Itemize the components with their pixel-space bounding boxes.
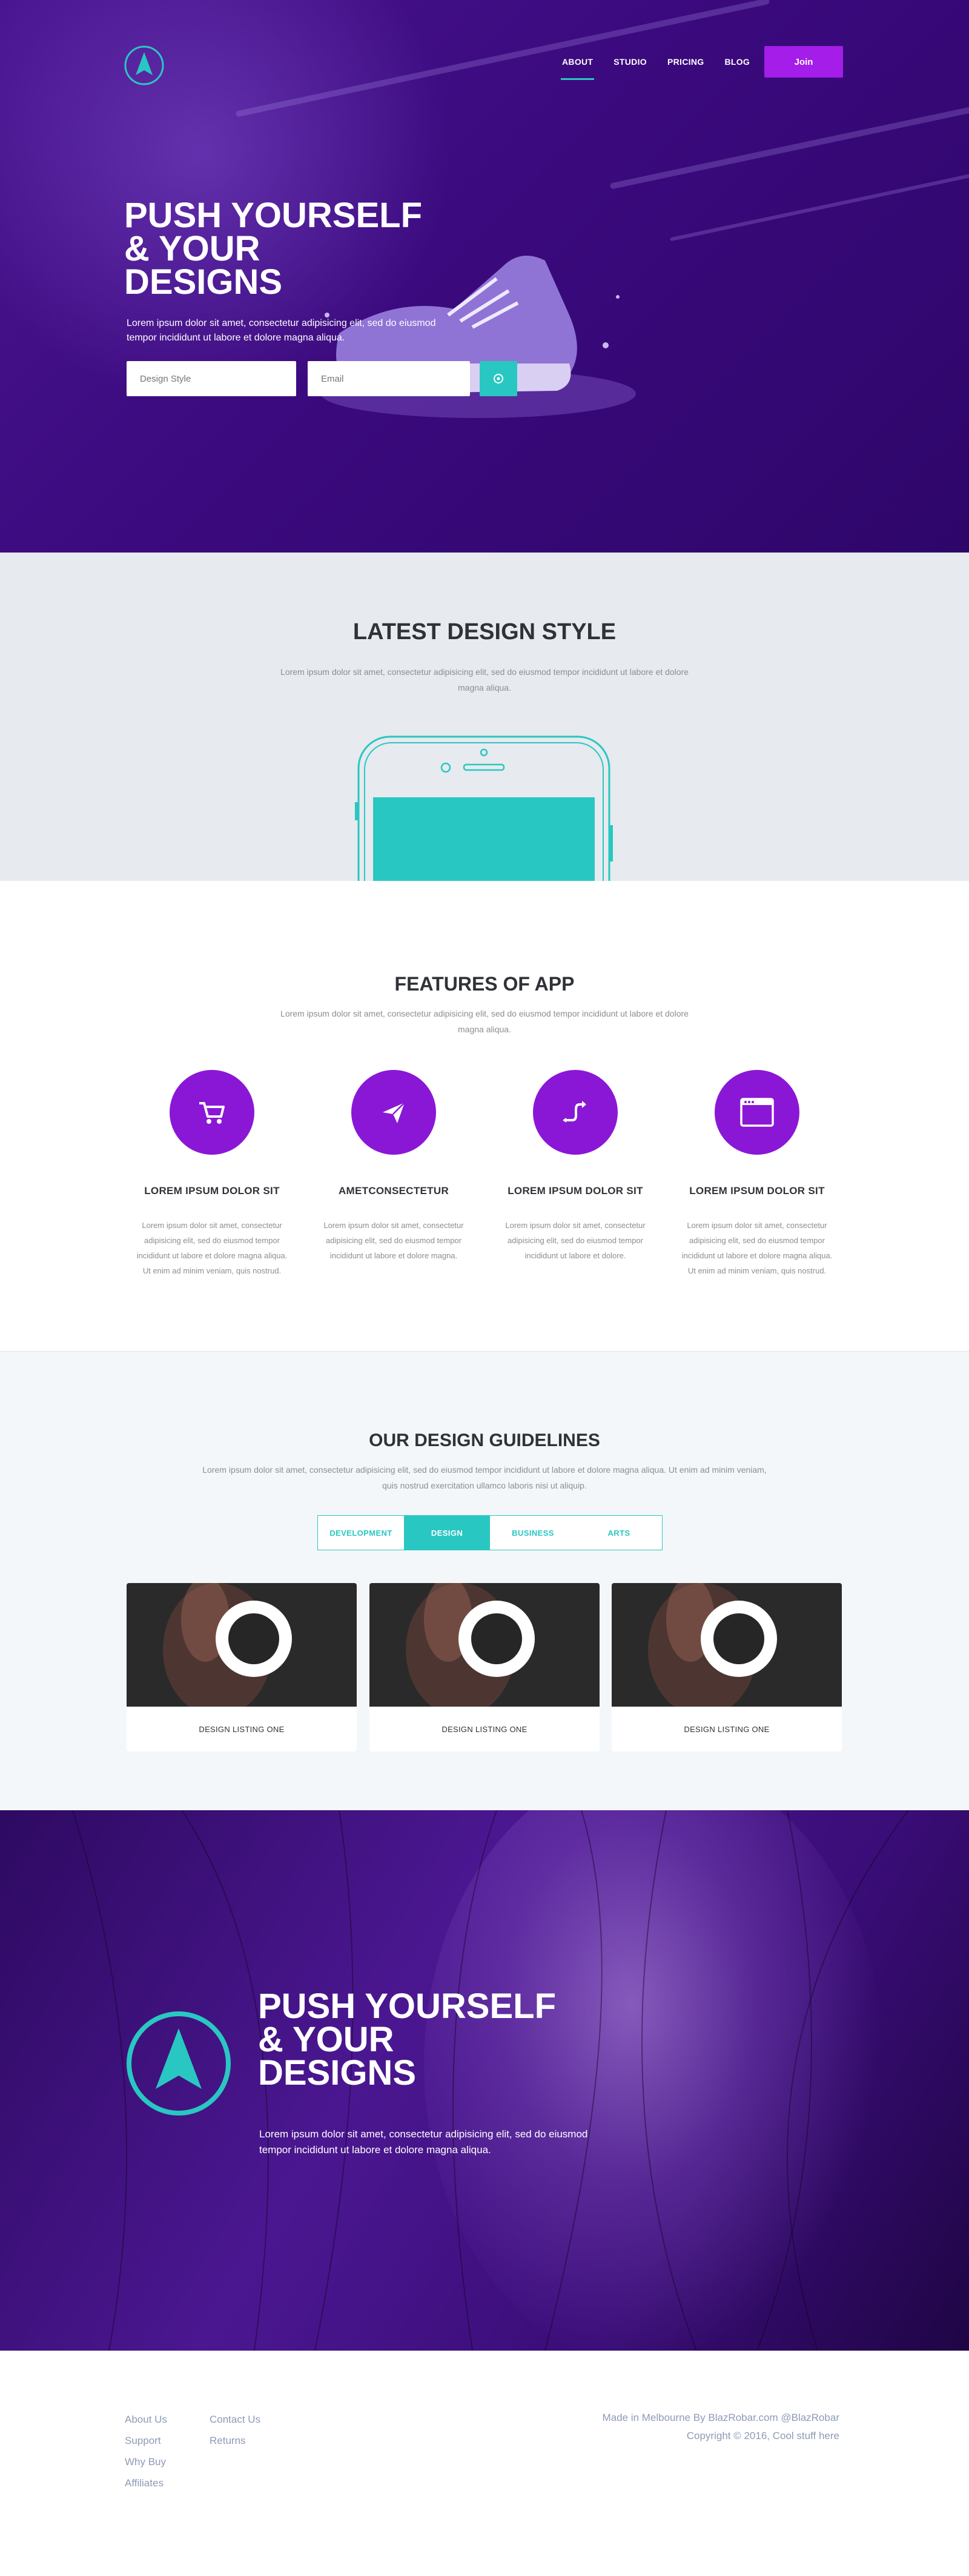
feature-text: Lorem ipsum dolor sit amet, consectetur … bbox=[505, 1221, 646, 1260]
listing-image bbox=[127, 1583, 357, 1707]
tab-business[interactable]: BUSINESS bbox=[490, 1516, 576, 1550]
cta-text: Lorem ipsum dolor sit amet, consectetur … bbox=[259, 2128, 588, 2156]
guidelines-title: OUR DESIGN GUIDELINES bbox=[369, 1430, 600, 1450]
feature-card: LOREM IPSUM DOLOR SIT Lorem ipsum dolor … bbox=[672, 1070, 842, 1278]
hero-section: ABOUT STUDIO PRICING BLOG Join PUSH YOUR… bbox=[0, 0, 969, 553]
guidelines-tabs: DEVELOPMENT DESIGN BUSINESS ARTS bbox=[317, 1515, 663, 1550]
tab-arts[interactable]: ARTS bbox=[576, 1516, 662, 1550]
latest-title: LATEST DESIGN STYLE bbox=[352, 619, 617, 645]
compass-arrow-logo[interactable] bbox=[124, 45, 165, 86]
feature-text: Lorem ipsum dolor sit amet, consectetur … bbox=[323, 1221, 464, 1260]
footer-link-support[interactable]: Support bbox=[125, 2430, 167, 2451]
feature-text: Lorem ipsum dolor sit amet, consectetur … bbox=[136, 1221, 288, 1275]
feature-text: Lorem ipsum dolor sit amet, consectetur … bbox=[681, 1221, 833, 1275]
feature-icon-circle bbox=[533, 1070, 618, 1155]
cart-icon bbox=[199, 1102, 225, 1124]
feature-icon-circle bbox=[170, 1070, 254, 1155]
features-subtitle: Lorem ipsum dolor sit amet, consectetur … bbox=[280, 1009, 689, 1034]
email-field[interactable] bbox=[308, 361, 470, 396]
listing-caption: DESIGN LISTING ONE bbox=[199, 1724, 285, 1734]
guidelines-section: OUR DESIGN GUIDELINES Lorem ipsum dolor … bbox=[0, 1351, 969, 1810]
design-style-field[interactable] bbox=[127, 361, 296, 396]
feature-title: LOREM IPSUM DOLOR SIT bbox=[689, 1185, 825, 1197]
footer-link-contact[interactable]: Contact Us bbox=[210, 2409, 260, 2430]
cta-section: PUSH YOURSELF & YOUR DESIGNS Lorem ipsum… bbox=[0, 1810, 969, 2351]
phone-mockup bbox=[355, 735, 613, 881]
listing-image bbox=[612, 1583, 842, 1707]
feature-title: LOREM IPSUM DOLOR SIT bbox=[144, 1185, 280, 1197]
feature-card: LOREM IPSUM DOLOR SIT Lorem ipsum dolor … bbox=[127, 1070, 297, 1278]
design-listing-card[interactable]: DESIGN LISTING ONE bbox=[612, 1583, 842, 1751]
features-section: FEATURES OF APP Lorem ipsum dolor sit am… bbox=[0, 881, 969, 1351]
feature-title: AMETCONSECTETUR bbox=[338, 1185, 449, 1197]
feature-card: AMETCONSECTETUR Lorem ipsum dolor sit am… bbox=[309, 1070, 478, 1263]
latest-subtitle: Lorem ipsum dolor sit amet, consectetur … bbox=[280, 667, 689, 692]
features-title: FEATURES OF APP bbox=[394, 973, 575, 995]
join-button[interactable]: Join bbox=[764, 46, 843, 78]
landing-page: ABOUT STUDIO PRICING BLOG Join PUSH YOUR… bbox=[0, 0, 969, 2576]
listing-image bbox=[369, 1583, 600, 1707]
feature-title: LOREM IPSUM DOLOR SIT bbox=[508, 1185, 643, 1197]
nav-studio[interactable]: STUDIO bbox=[613, 57, 647, 67]
shuffle-arrows-icon bbox=[563, 1101, 586, 1123]
compass-arrow-logo bbox=[127, 2011, 231, 2116]
feature-icon-circle bbox=[715, 1070, 799, 1155]
guidelines-subtitle: Lorem ipsum dolor sit amet, consectetur … bbox=[202, 1465, 767, 1490]
footer-copyright: Copyright © 2016, Cool stuff here bbox=[686, 2430, 839, 2442]
target-icon bbox=[494, 374, 503, 383]
footer-credits: Made in Melbourne By BlazRobar.com @Blaz… bbox=[603, 2409, 839, 2445]
footer: About Us Support Why Buy Affiliates Cont… bbox=[0, 2351, 969, 2576]
tab-development[interactable]: DEVELOPMENT bbox=[318, 1516, 404, 1550]
hero-title: PUSH YOURSELF & YOUR DESIGNS bbox=[124, 196, 423, 302]
footer-link-affiliates[interactable]: Affiliates bbox=[125, 2472, 167, 2494]
hero-text: Lorem ipsum dolor sit amet, consectetur … bbox=[127, 318, 436, 343]
listing-caption: DESIGN LISTING ONE bbox=[684, 1724, 770, 1734]
design-listing-card[interactable]: DESIGN LISTING ONE bbox=[369, 1583, 600, 1751]
paper-plane-icon bbox=[383, 1102, 405, 1123]
nav-pricing[interactable]: PRICING bbox=[667, 57, 704, 67]
footer-credit: Made in Melbourne By BlazRobar.com @Blaz… bbox=[602, 2412, 839, 2423]
nav-about[interactable]: ABOUT bbox=[560, 57, 595, 80]
submit-button[interactable] bbox=[480, 361, 517, 396]
feature-icon-circle bbox=[351, 1070, 436, 1155]
footer-link-about[interactable]: About Us bbox=[125, 2409, 167, 2430]
cta-title: PUSH YOURSELF & YOUR DESIGNS bbox=[258, 1987, 557, 2093]
design-listing-card[interactable]: DESIGN LISTING ONE bbox=[127, 1583, 357, 1751]
footer-links-col-1: About Us Support Why Buy Affiliates bbox=[125, 2409, 167, 2494]
feature-card: LOREM IPSUM DOLOR SIT Lorem ipsum dolor … bbox=[491, 1070, 660, 1263]
footer-link-why-buy[interactable]: Why Buy bbox=[125, 2451, 167, 2472]
tab-design[interactable]: DESIGN bbox=[404, 1516, 490, 1550]
browser-window-icon bbox=[740, 1098, 774, 1127]
footer-link-returns[interactable]: Returns bbox=[210, 2430, 260, 2451]
listing-caption: DESIGN LISTING ONE bbox=[442, 1724, 527, 1734]
latest-design-section: LATEST DESIGN STYLE Lorem ipsum dolor si… bbox=[0, 553, 969, 881]
main-nav: ABOUT STUDIO PRICING BLOG bbox=[560, 57, 770, 80]
nav-blog[interactable]: BLOG bbox=[724, 57, 750, 67]
footer-links-col-2: Contact Us Returns bbox=[210, 2409, 260, 2451]
